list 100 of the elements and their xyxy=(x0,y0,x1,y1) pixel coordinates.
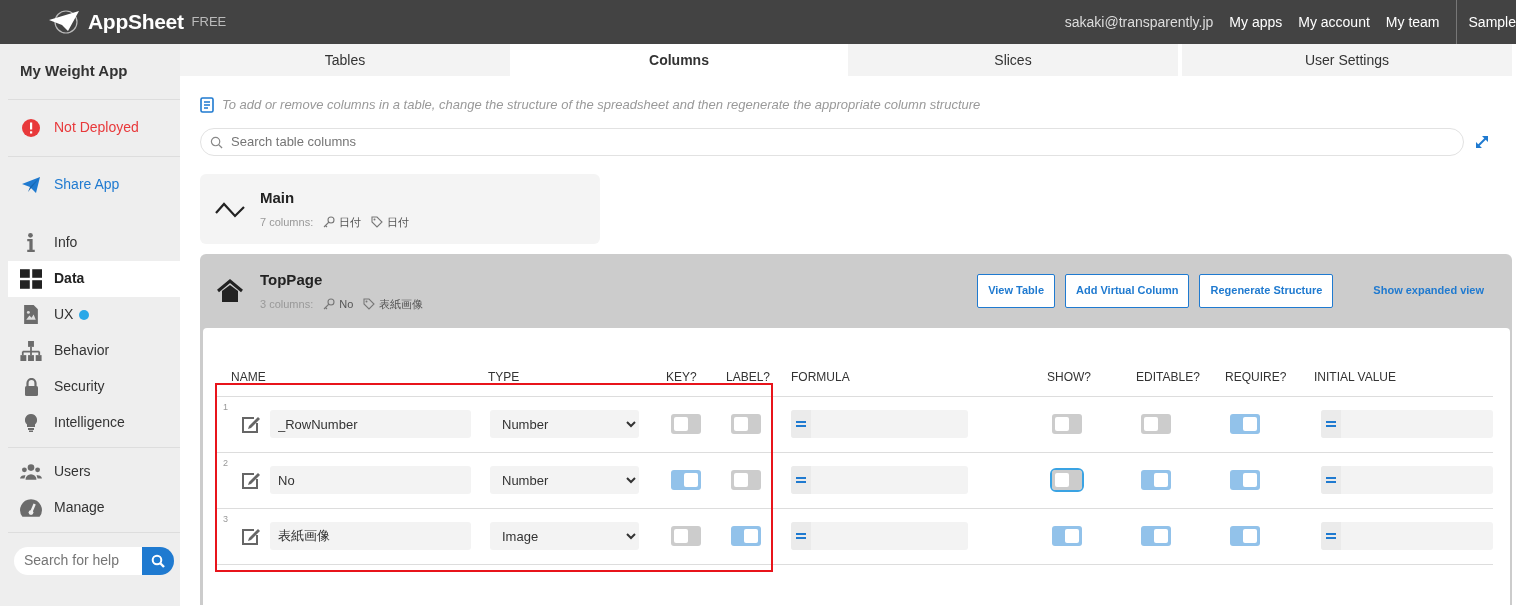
toggle-switch[interactable] xyxy=(1052,526,1082,546)
action-button[interactable]: Regenerate Structure xyxy=(1199,273,1334,308)
initial-value-field[interactable] xyxy=(1321,466,1493,494)
column-header: INITIAL VALUE xyxy=(1314,368,1398,386)
edit-icon[interactable] xyxy=(241,471,261,489)
label-column: 表紙画像 xyxy=(379,295,424,312)
users-icon xyxy=(20,461,42,482)
search-icon xyxy=(151,553,165,568)
lock-icon xyxy=(23,377,39,396)
expand-icon[interactable] xyxy=(1474,133,1490,150)
action-button[interactable]: Add Virtual Column xyxy=(1065,273,1190,308)
grid-icon xyxy=(20,268,42,289)
brand-name: AppSheet xyxy=(88,9,184,36)
sidebar-item[interactable]: Security xyxy=(8,368,180,405)
equals-icon xyxy=(1326,532,1336,540)
user-email: sakaki@transparently.jp xyxy=(1064,12,1214,32)
sitemap-icon xyxy=(20,340,42,361)
equals-icon xyxy=(796,420,806,428)
plan-label: FREE xyxy=(191,13,227,32)
paper-plane-logo-icon xyxy=(48,9,80,35)
key-icon xyxy=(323,215,336,228)
key-column: No xyxy=(339,295,354,312)
share-app-link[interactable]: Share App xyxy=(8,156,180,213)
equals-icon xyxy=(1326,420,1336,428)
nav-link[interactable]: My account xyxy=(1298,11,1370,33)
toggle-switch[interactable] xyxy=(731,526,761,546)
column-header: REQUIRE? xyxy=(1225,368,1288,386)
sidebar-item[interactable]: Manage xyxy=(8,489,180,526)
hint-text: To add or remove columns in a table, change the structure of the spreadsheet and then regenerate the appropriate column structure xyxy=(222,96,981,114)
row-number: 3 xyxy=(223,512,228,526)
action-button[interactable]: View Table xyxy=(977,273,1055,308)
key-column: 日付 xyxy=(339,213,362,230)
table-card[interactable]: Main 7 columns: 日付 日付 xyxy=(200,173,600,244)
row-number: 2 xyxy=(223,456,228,470)
toggle-switch[interactable] xyxy=(1141,526,1171,546)
house-icon xyxy=(216,278,244,303)
info-icon xyxy=(27,233,35,252)
column-header: SHOW? xyxy=(1047,368,1092,386)
toggle-switch[interactable] xyxy=(1052,414,1082,434)
initial-value-field[interactable] xyxy=(1321,522,1493,550)
key-icon xyxy=(323,297,336,310)
column-search-field[interactable]: Search table columns xyxy=(200,127,1464,156)
column-header: TYPE xyxy=(488,368,521,386)
column-name-field[interactable]: _RowNumber xyxy=(270,410,471,438)
sidebar-item[interactable]: Info xyxy=(8,224,180,261)
nav-link[interactable]: Sample xyxy=(1468,11,1516,33)
paper-plane-icon xyxy=(20,174,42,195)
sidebar-item[interactable]: UX xyxy=(8,296,180,333)
image-file-icon xyxy=(24,305,38,324)
column-header: EDITABLE? xyxy=(1136,368,1201,386)
formula-field[interactable] xyxy=(791,522,968,550)
sidebar-item[interactable]: Behavior xyxy=(8,332,180,369)
row-number: 1 xyxy=(223,400,228,414)
gauge-icon xyxy=(20,497,42,518)
search-icon xyxy=(210,135,223,149)
toggle-switch[interactable] xyxy=(1230,526,1260,546)
equals-icon xyxy=(796,476,806,484)
search-button[interactable] xyxy=(142,546,174,575)
column-header: KEY? xyxy=(666,368,698,386)
tag-icon xyxy=(371,215,384,228)
toggle-switch[interactable] xyxy=(671,526,701,546)
sidebar-item[interactable]: Users xyxy=(8,453,180,490)
column-count: 7 columns: xyxy=(260,214,314,230)
exclamation-icon xyxy=(20,117,42,138)
equals-icon xyxy=(1326,476,1336,484)
label-column: 日付 xyxy=(387,213,410,230)
formula-field[interactable] xyxy=(791,410,968,438)
initial-value-field[interactable] xyxy=(1321,410,1493,438)
toggle-switch[interactable] xyxy=(1052,470,1082,490)
toggle-switch[interactable] xyxy=(671,470,701,490)
table-card[interactable] xyxy=(200,253,1512,605)
nav-link[interactable]: My apps xyxy=(1229,11,1283,33)
type-dropdown[interactable]: Number xyxy=(490,466,639,494)
deploy-status[interactable]: Not Deployed xyxy=(8,99,180,156)
column-header: LABEL? xyxy=(726,368,772,386)
book-icon xyxy=(200,96,214,113)
toggle-switch[interactable] xyxy=(1141,470,1171,490)
toggle-switch[interactable] xyxy=(1230,414,1260,434)
edit-icon[interactable] xyxy=(241,415,261,433)
nav-link[interactable]: My team xyxy=(1385,11,1440,33)
type-dropdown[interactable]: Image xyxy=(490,522,639,550)
toggle-switch[interactable] xyxy=(731,470,761,490)
sidebar-item[interactable]: Intelligence xyxy=(8,404,180,441)
column-header: FORMULA xyxy=(791,368,851,386)
equals-icon xyxy=(796,532,806,540)
help-search-field[interactable]: Search for help xyxy=(14,546,142,575)
formula-field[interactable] xyxy=(791,466,968,494)
sidebar-item[interactable]: Data xyxy=(8,260,180,297)
toggle-switch[interactable] xyxy=(671,414,701,434)
tag-icon xyxy=(363,297,376,310)
toggle-switch[interactable] xyxy=(731,414,761,434)
toggle-switch[interactable] xyxy=(1141,414,1171,434)
column-name-field[interactable]: 表紙画像 xyxy=(270,522,471,550)
edit-icon[interactable] xyxy=(241,527,261,545)
column-header: NAME xyxy=(230,368,267,386)
table-name: Main xyxy=(260,188,296,208)
type-dropdown[interactable]: Number xyxy=(490,410,639,438)
column-name-field[interactable]: No xyxy=(270,466,471,494)
toggle-switch[interactable] xyxy=(1230,470,1260,490)
lightbulb-icon xyxy=(25,413,37,432)
